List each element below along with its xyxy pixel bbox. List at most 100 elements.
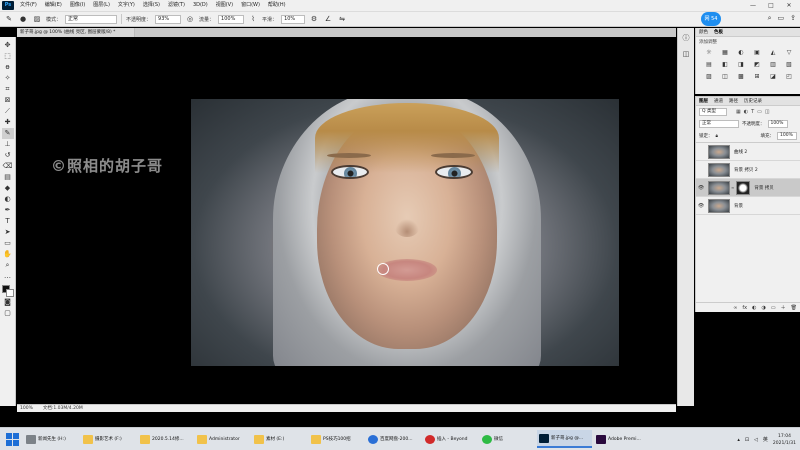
taskbar-item[interactable]: 2020.5.14修... [138,430,193,448]
color-lookup-icon[interactable]: ▥ [768,61,778,69]
brightness-contrast-icon[interactable]: ☼ [704,49,714,57]
color-swatches[interactable] [1,285,14,297]
layer-mask-thumbnail[interactable] [736,180,751,195]
magic-wand-tool-icon[interactable]: ✧ [2,73,14,84]
menu-image[interactable]: 图像(I) [66,0,89,11]
taskbar-item[interactable]: 素材 (E:) [252,430,307,448]
close-button[interactable]: ✕ [780,0,798,11]
taskbar-item[interactable]: 摄影艺术 (F:) [81,430,136,448]
new-group-icon[interactable]: ▭ [771,303,776,312]
new-adjustment-icon[interactable]: ◑ [762,303,766,312]
blend-mode-select[interactable]: 正常 [699,120,739,128]
healing-brush-tool-icon[interactable]: ✚ [2,117,14,128]
hdr-toning-icon[interactable]: ◰ [784,73,794,81]
zoom-tool-icon[interactable]: ⌕ [2,260,14,271]
link-chain-icon[interactable]: ∞ [731,185,734,190]
tab-swatches[interactable]: 色板 [714,28,723,36]
taskbar-item[interactable]: PS技巧100招 [309,430,364,448]
layer-row[interactable]: 曲线 2 [696,143,800,161]
shadows-highlights-icon[interactable]: ◪ [768,73,778,81]
smart-filter-icon[interactable]: ◫ [765,109,770,115]
exposure-icon[interactable]: ▣ [752,49,762,57]
menu-3d[interactable]: 3D(D) [189,0,212,11]
fill-input[interactable]: 100% [777,132,797,140]
menu-layer[interactable]: 图层(L) [89,0,114,11]
visibility-eye-icon[interactable]: 👁︎ [696,203,706,209]
taskbar-item[interactable]: 百度网盘-200... [366,430,421,448]
brush-size-icon[interactable]: ● [18,14,28,24]
symmetry-icon[interactable]: ⇋ [337,14,347,24]
blur-tool-icon[interactable]: ◆ [2,183,14,194]
share-icon[interactable]: ⇪ [790,14,796,23]
color-balance-icon[interactable]: ▤ [704,61,714,69]
tab-layers[interactable]: 图层 [699,97,708,105]
history-brush-tool-icon[interactable]: ↺ [2,150,14,161]
selective-color-icon[interactable]: ⊞ [752,73,762,81]
menu-window[interactable]: 窗口(W) [237,0,264,11]
airbrush-icon[interactable]: ⌇ [248,14,258,24]
pressure-opacity-icon[interactable]: ◎ [185,14,195,24]
tab-history[interactable]: 历史记录 [744,97,762,105]
windows-start-icon[interactable] [3,430,21,448]
menu-help[interactable]: 帮助(H) [264,0,290,11]
link-layers-icon[interactable]: ∞ [733,303,737,312]
gradient-map-icon[interactable]: ▩ [736,73,746,81]
brush-tool-icon[interactable]: ✎ [4,14,14,24]
channel-mixer-icon[interactable]: ◩ [752,61,762,69]
layer-row[interactable]: 👁︎ ∞ 背景 拷贝 [696,179,800,197]
new-layer-icon[interactable]: ＋ [781,303,786,312]
visibility-eye-icon[interactable]: 👁︎ [696,185,706,191]
layer-style-icon[interactable]: fx [742,303,747,312]
threshold-icon[interactable]: ◫ [720,73,730,81]
dodge-tool-icon[interactable]: ◐ [2,194,14,205]
tab-paths[interactable]: 路径 [729,97,738,105]
lock-icon[interactable]: 🔒︎ [716,133,718,139]
marquee-tool-icon[interactable]: ⬚ [2,51,14,62]
adjustment-filter-icon[interactable]: ◐ [744,109,748,115]
angle-icon[interactable]: ∠ [323,14,333,24]
more-tools-icon[interactable]: … [2,271,14,282]
menu-view[interactable]: 视图(V) [212,0,237,11]
clone-stamp-tool-icon[interactable]: ⊥ [2,139,14,150]
workspace-icon[interactable]: ▭ [778,14,785,23]
delete-layer-icon[interactable]: 🗑 [791,303,797,312]
layer-row[interactable]: 👁︎ 背景 [696,197,800,215]
zoom-level[interactable]: 100% [20,405,33,412]
hand-tool-icon[interactable]: ✋ [2,249,14,260]
brush-tool-icon[interactable]: ✎ [1,128,14,139]
menu-type[interactable]: 文字(Y) [114,0,139,11]
lasso-tool-icon[interactable]: ɵ [2,62,14,73]
menu-edit[interactable]: 编辑(E) [41,0,66,11]
properties-icon[interactable]: ◫ [680,48,692,60]
move-tool-icon[interactable]: ✥ [2,40,14,51]
notification-icon[interactable]: ▴ [737,437,740,443]
posterize-icon[interactable]: ▨ [704,73,714,81]
menu-file[interactable]: 文件(F) [16,0,41,11]
background-color-swatch[interactable] [5,289,14,297]
layer-kind-filter[interactable]: Q 类型 [699,108,727,116]
black-white-icon[interactable]: ◧ [720,61,730,69]
pen-tool-icon[interactable]: ✒ [2,205,14,216]
input-method-indicator[interactable]: 英 [763,436,768,443]
brush-panel-icon[interactable]: ▨ [32,14,42,24]
menu-select[interactable]: 选择(S) [139,0,164,11]
quick-mask-icon[interactable]: ◙ [2,297,14,308]
network-icon[interactable]: ⊡ [745,437,749,443]
invert-icon[interactable]: ▧ [784,61,794,69]
taskbar-item[interactable]: Adobe Premi... [594,430,649,448]
taskbar-item[interactable]: 新子哥.jpg @... [537,430,592,448]
info-icon[interactable]: ⓘ [680,32,692,44]
menu-filter[interactable]: 滤镜(T) [164,0,189,11]
path-selection-tool-icon[interactable]: ➤ [2,227,14,238]
photo-filter-icon[interactable]: ◨ [736,61,746,69]
frame-tool-icon[interactable]: ⊠ [2,95,14,106]
add-mask-icon[interactable]: ◐ [752,303,756,312]
smoothing-input[interactable]: 10% [281,14,306,24]
eraser-tool-icon[interactable]: ⌫ [2,161,14,172]
levels-icon[interactable]: ▦ [720,49,730,57]
curves-icon[interactable]: ◐ [736,49,746,57]
search-icon[interactable]: ⌕ [768,14,772,23]
taskbar-item[interactable]: Administrator [195,430,250,448]
type-tool-icon[interactable]: T [2,216,14,227]
shape-filter-icon[interactable]: ▭ [757,109,762,115]
